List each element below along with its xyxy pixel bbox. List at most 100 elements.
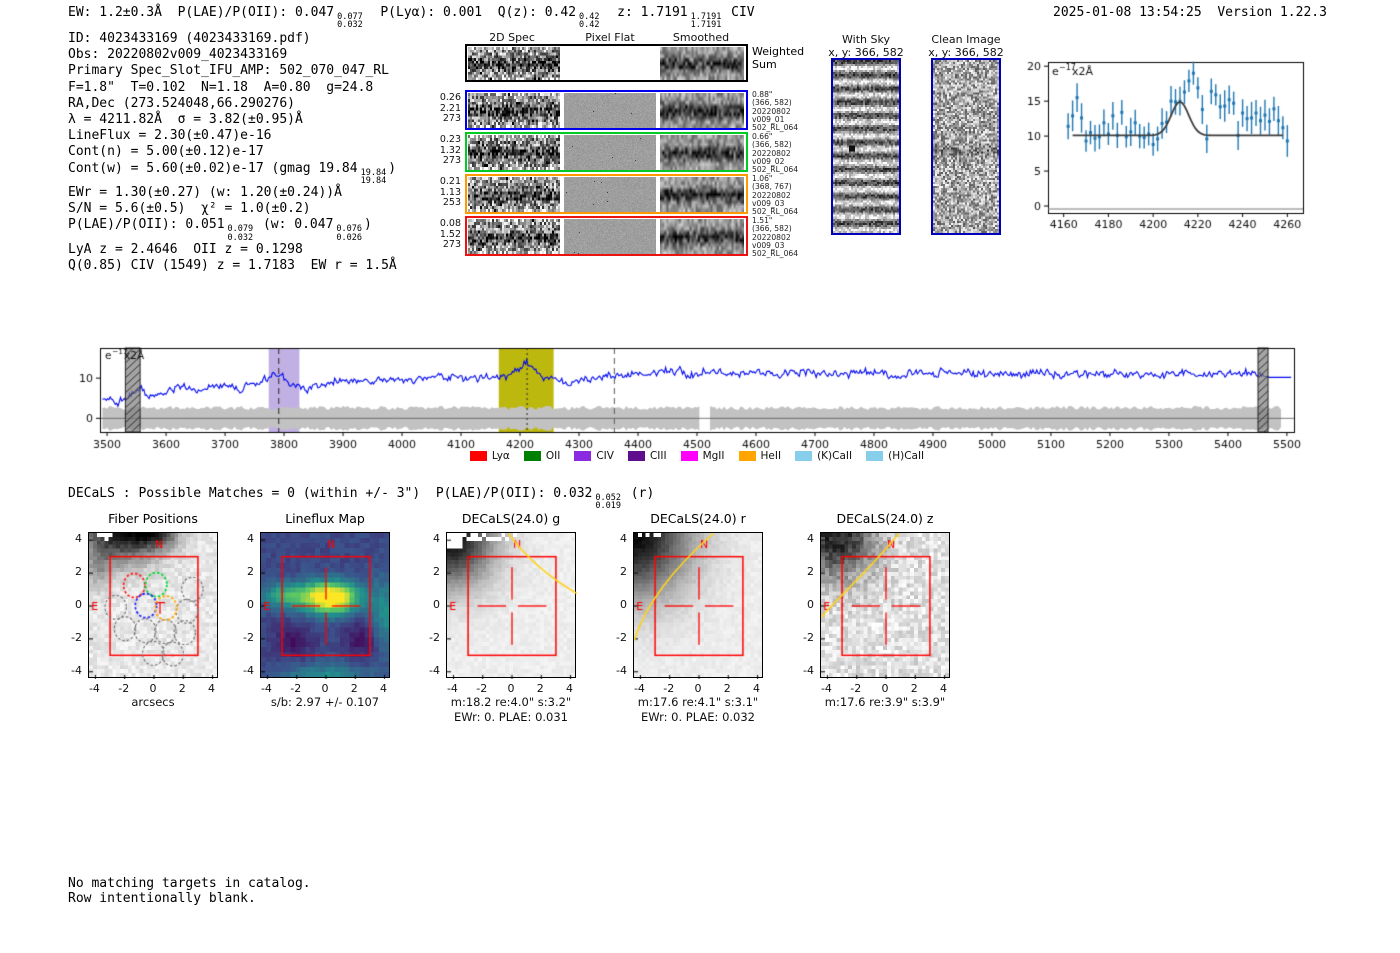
cutout-caption: m:17.6 re:3.9" s:3.9" xyxy=(824,695,946,709)
legend-label: OII xyxy=(545,450,561,462)
cutout-xtick: -2 xyxy=(290,682,302,695)
cutout-title: DECaLS(24.0) r xyxy=(650,511,746,526)
cutout-ytick: -2 xyxy=(243,630,254,644)
legend-swatch xyxy=(627,451,645,461)
cutout-ytick: 2 xyxy=(247,565,254,579)
spec2d-row-left-labels: 0.26 2.21 273 xyxy=(420,92,461,125)
spec2d-left-value: 0.08 xyxy=(439,218,461,229)
spec2d-right-value: 502_RL_064 xyxy=(752,249,799,259)
text-segment: P(LAE)/P(OII): 0.051 xyxy=(68,217,225,233)
cutout-xtick: 0 xyxy=(694,682,702,695)
cutout-ytick: -4 xyxy=(71,663,82,677)
cutout-ytick: -4 xyxy=(616,663,627,677)
cutout-title: Fiber Positions xyxy=(108,511,198,526)
text-segment: ) xyxy=(388,160,397,176)
spec2d-left-value: 253 xyxy=(442,197,461,208)
elixer-report-page: { "header": { "segments": [ {"t":"EW: 1.… xyxy=(0,0,1400,953)
text-segment: λ = 4211.82Å σ = 3.82(±0.95)Å xyxy=(68,112,303,128)
legend-item-ly: Lyα xyxy=(469,450,510,462)
legend-item-hcaii: (H)CaII xyxy=(866,450,924,462)
legend-label: CIV xyxy=(596,450,614,462)
stacked-uncertainty: 0.079 0.032 xyxy=(228,225,254,242)
cutout-xtick: -2 xyxy=(850,682,862,695)
timestamp-version: 2025-01-08 13:54:25 Version 1.22.3 xyxy=(1053,5,1327,20)
cutout-ytick: 0 xyxy=(807,598,814,611)
legend-label: HeII xyxy=(760,450,782,462)
cutout-xtick: -2 xyxy=(118,682,130,695)
uncertainty-lo: 0.42 xyxy=(579,20,600,31)
cutout-xtick: 0 xyxy=(149,682,157,695)
spec2d-row-right-labels: 1.51" (366, 582) 20220802 v009_03 502_RL_064 xyxy=(752,216,822,259)
cutout-frame xyxy=(820,532,951,679)
spec2d-row-right-labels: 0.66" (366, 582) 20220802 v009_02 502_RL_064 xyxy=(752,132,822,174)
info-line: RA,Dec (273.524048,66.290276) xyxy=(68,96,397,112)
info-line: S/N = 5.6(±0.5) χ² = 1.0(±0.2) xyxy=(68,201,397,217)
weighted-sum-label-line: Sum xyxy=(752,57,777,71)
spec2d-row xyxy=(465,44,748,82)
footer-note-2: Row intentionally blank. xyxy=(68,891,256,906)
spec2d-row-right-labels: 0.88" (366, 582) 20220802 v009_01 502_RL_064 xyxy=(752,90,822,132)
legend-label: Lyα xyxy=(491,450,510,462)
text-segment: P(Lyα): 0.001 Q(z): 0.42 xyxy=(364,5,577,20)
info-line: ID: 4023433169 (4023433169.pdf) xyxy=(68,31,397,47)
spec2d-left-value: 273 xyxy=(442,239,461,250)
info-line: EWr = 1.30(±0.27) (w: 1.20(±0.24))Å xyxy=(68,185,397,201)
cutout-overlay xyxy=(634,533,764,679)
cutout-xtick: 2 xyxy=(910,682,918,695)
info-line: Cont(w) = 5.60(±0.02)e-17 (gmag 19.84 19.… xyxy=(68,160,397,186)
cutout-overlay xyxy=(261,533,391,679)
cutout-ytick: 0 xyxy=(433,598,440,611)
cutout-xtick: 2 xyxy=(536,682,544,695)
info-line: LyA z = 2.4646 OII z = 0.1298 xyxy=(68,242,397,258)
info-line: Obs: 20220802v009_4023433169 xyxy=(68,47,397,63)
spec2d-row xyxy=(465,132,748,172)
uncertainty-lo: 0.032 xyxy=(337,20,363,31)
cutout-ytick: 2 xyxy=(620,565,627,579)
text-segment: (r) xyxy=(622,486,655,501)
legend-label: CIII xyxy=(649,450,667,462)
cutout-ytick: 0 xyxy=(247,598,254,611)
text-segment: CIV xyxy=(723,5,755,20)
info-line: P(LAE)/P(OII): 0.051 0.079 0.032 (w: 0.047… xyxy=(68,217,397,242)
stacked-uncertainty: 0.077 0.032 xyxy=(337,13,363,31)
spec2d-row xyxy=(465,216,748,256)
cutout-title: DECaLS(24.0) g xyxy=(461,511,561,526)
legend-item-ciii: CIII xyxy=(627,450,667,462)
spec2d-left-value: 273 xyxy=(442,113,461,124)
text-segment: z: 1.7191 xyxy=(601,5,688,20)
text-segment: F=1.8" T=0.102 N=1.18 A=0.80 g=24.8 xyxy=(68,79,374,95)
legend-item-kcaii: (K)CaII xyxy=(795,450,852,462)
cutout-xtick: 4 xyxy=(940,682,948,695)
cutout-ytick: -2 xyxy=(803,630,814,644)
stacked-uncertainty: 0.052 0.019 xyxy=(595,494,621,512)
cutout-ytick: -2 xyxy=(71,630,82,644)
clean-image-cutout xyxy=(931,58,1001,235)
spec2d-row-left-labels: 0.23 1.32 273 xyxy=(420,134,461,167)
cutout-ytick: 4 xyxy=(247,532,254,546)
cutout-ytick: 0 xyxy=(75,598,82,611)
spec2d-left-value: 0.23 xyxy=(439,134,461,145)
text-segment: DECaLS : Possible Matches = 0 (within +/… xyxy=(68,486,593,501)
legend-swatch xyxy=(866,451,884,461)
cutout-ytick: -4 xyxy=(803,663,814,677)
legend-item-mgii: MgII xyxy=(680,450,725,462)
cutout-xtick: 0 xyxy=(507,682,515,695)
line-legend: Lyα OII CIV CIII MgII HeII (K)CaII (H)CaII xyxy=(100,446,1294,465)
text-segment: Cont(w) = 5.60(±0.02)e-17 (gmag 19.84 xyxy=(68,160,358,176)
legend-label: (H)CaII xyxy=(888,450,925,462)
cutout-xtick: 2 xyxy=(350,682,358,695)
cutout-frame xyxy=(633,532,764,679)
cutout-ytick: -4 xyxy=(243,663,254,677)
cutout-xtick: 4 xyxy=(208,682,216,695)
cutout-ytick: -4 xyxy=(429,663,440,677)
legend-swatch xyxy=(523,451,541,461)
spec2d-row-right-labels: 1.06" (368, 767) 20220802 v009_03 502_RL_064 xyxy=(752,174,822,216)
summary-header-line: EW: 1.2±0.3Å P(LAE)/P(OII): 0.047 0.077 0.… xyxy=(68,5,755,31)
uncertainty-lo: 0.019 xyxy=(595,501,621,512)
with-sky-cutout xyxy=(831,58,901,235)
text-segment: Cont(n) = 5.00(±0.12)e-17 xyxy=(68,144,264,160)
cutout-title: DECaLS(24.0) z xyxy=(836,511,934,526)
legend-item-civ: CIV xyxy=(574,450,614,462)
cutout-ytick: 2 xyxy=(807,565,814,579)
info-line: F=1.8" T=0.102 N=1.18 A=0.80 g=24.8 xyxy=(68,80,397,96)
